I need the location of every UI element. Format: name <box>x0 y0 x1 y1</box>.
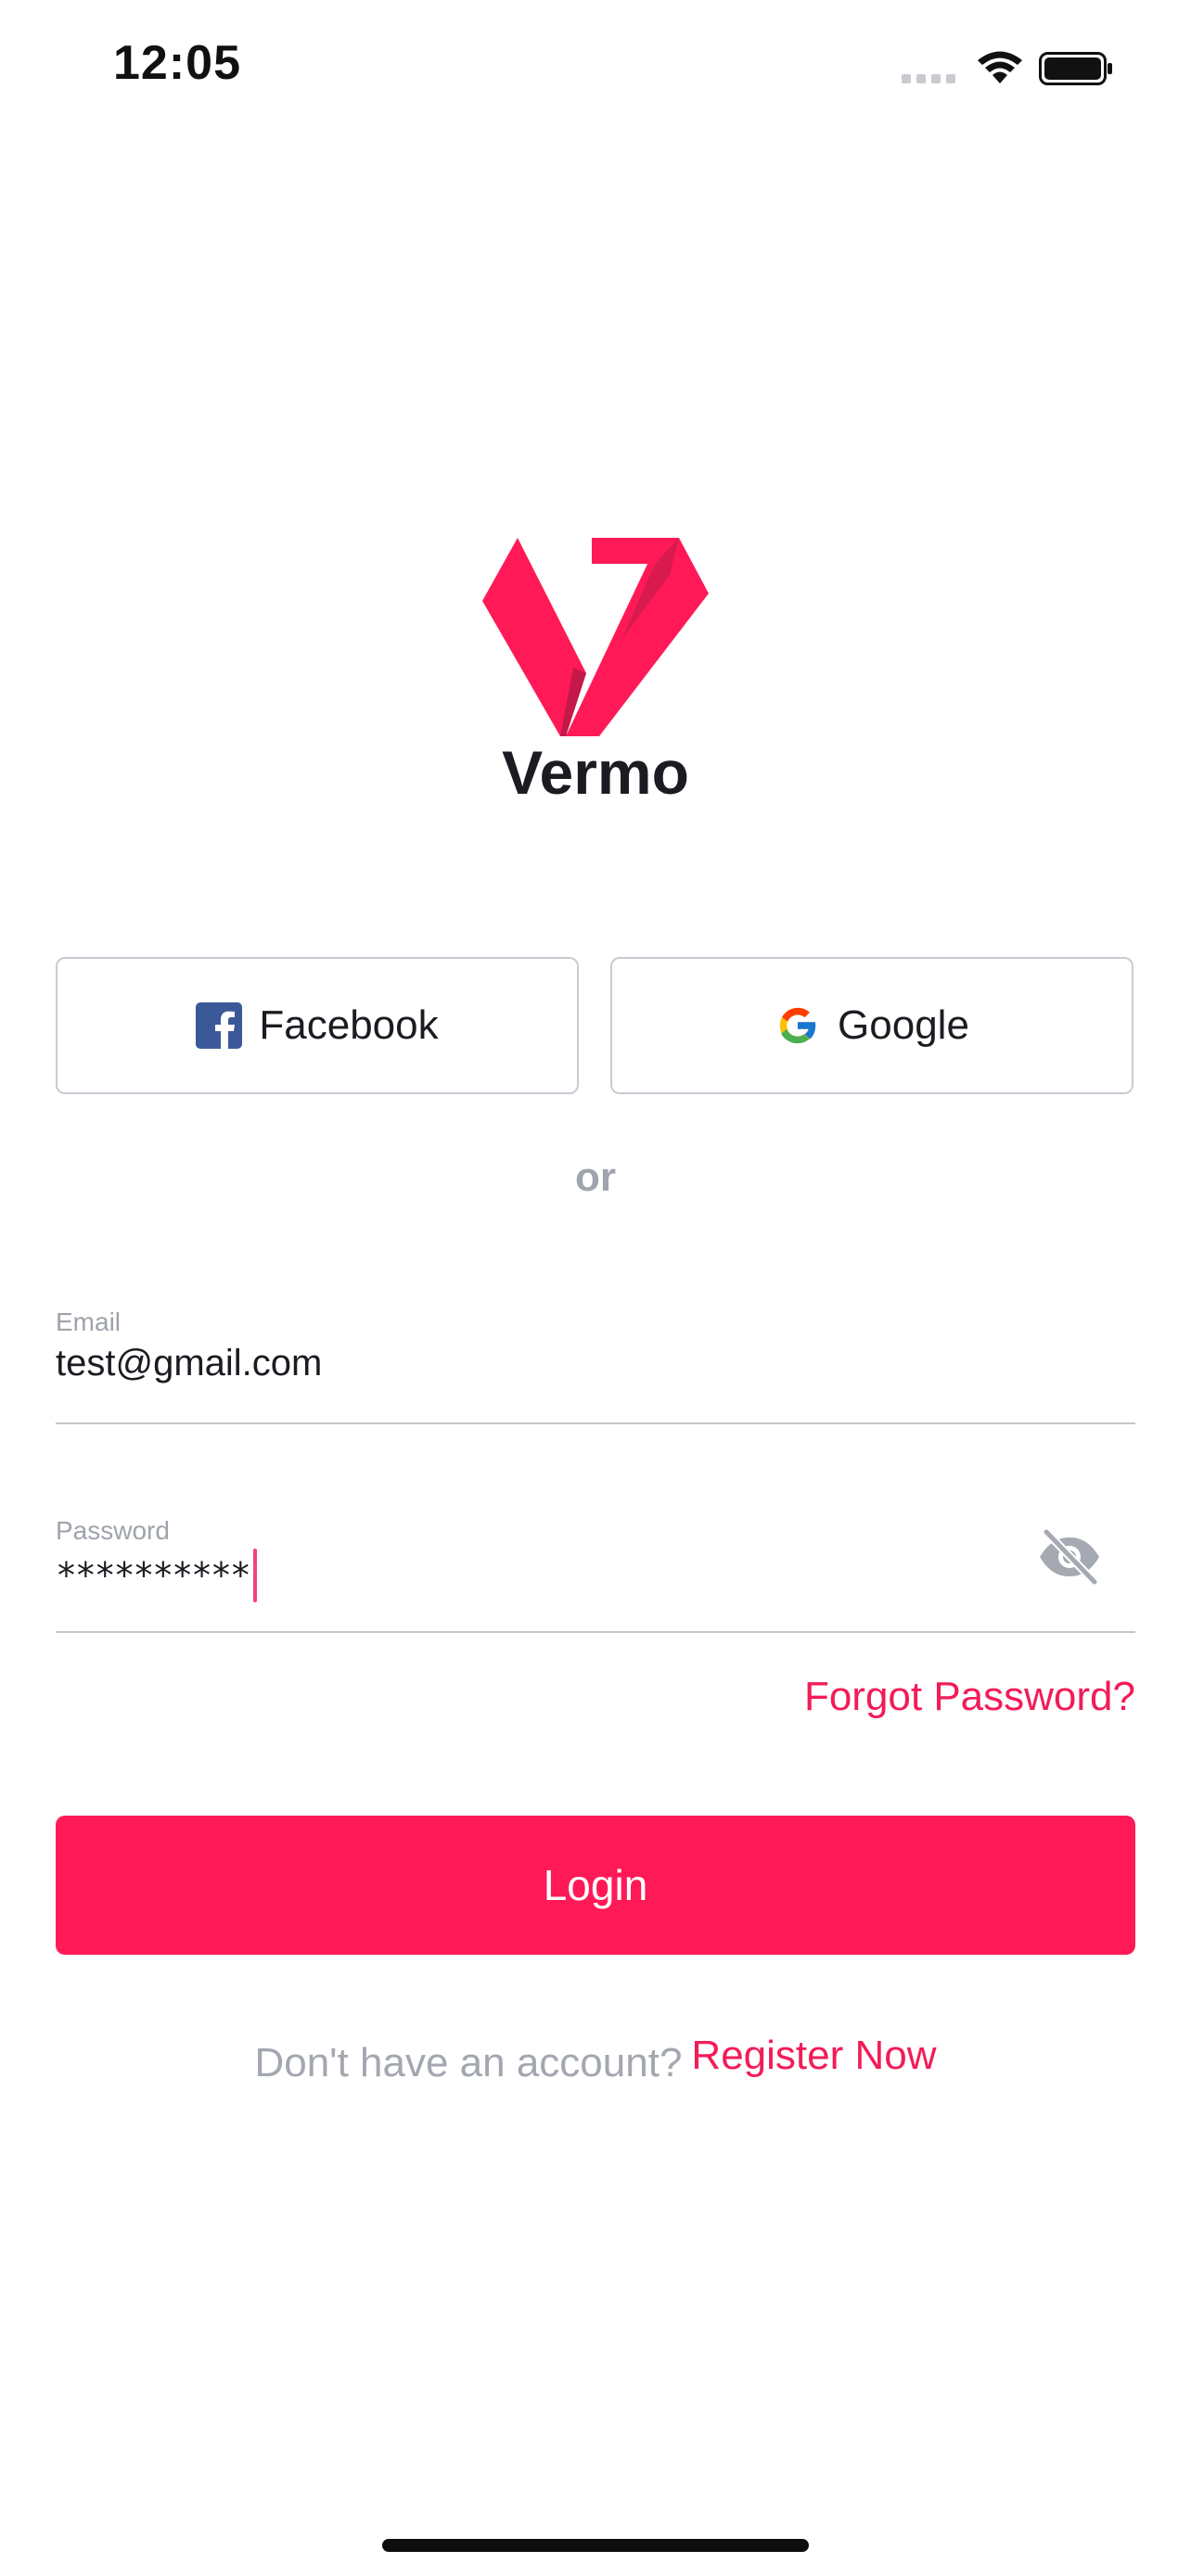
email-label: Email <box>56 1307 122 1336</box>
facebook-icon <box>196 1002 243 1049</box>
wifi-icon <box>978 51 1022 83</box>
email-underline <box>56 1422 1135 1424</box>
google-label: Google <box>838 1002 969 1048</box>
status-time: 12:05 <box>113 36 241 90</box>
email-field[interactable]: test@gmail.com <box>56 1343 322 1384</box>
brand-name: Vermo <box>502 738 689 807</box>
no-account-text: Don't have an account? <box>254 2040 683 2085</box>
password-value: ********** <box>56 1555 251 1596</box>
cellular-signal-icon <box>902 74 957 85</box>
vermo-v-logo-icon <box>482 538 709 736</box>
facebook-login-button[interactable]: Facebook <box>56 957 579 1094</box>
password-underline <box>56 1631 1135 1633</box>
google-icon <box>779 1007 817 1044</box>
register-now-link[interactable]: Register Now <box>691 2033 936 2079</box>
home-indicator[interactable] <box>382 2539 809 2552</box>
forgot-password-link[interactable]: Forgot Password? <box>804 1674 1135 1720</box>
eye-off-icon[interactable] <box>1037 1524 1102 1589</box>
password-label: Password <box>56 1516 170 1545</box>
password-field[interactable]: ********** <box>56 1549 257 1602</box>
register-row: Don't have an account? Register Now <box>0 2033 1191 2086</box>
google-login-button[interactable]: Google <box>610 957 1133 1094</box>
text-caret <box>252 1549 257 1602</box>
login-button[interactable]: Login <box>56 1816 1135 1955</box>
battery-icon <box>1039 52 1112 85</box>
facebook-label: Facebook <box>259 1002 439 1048</box>
or-divider: or <box>575 1154 616 1200</box>
